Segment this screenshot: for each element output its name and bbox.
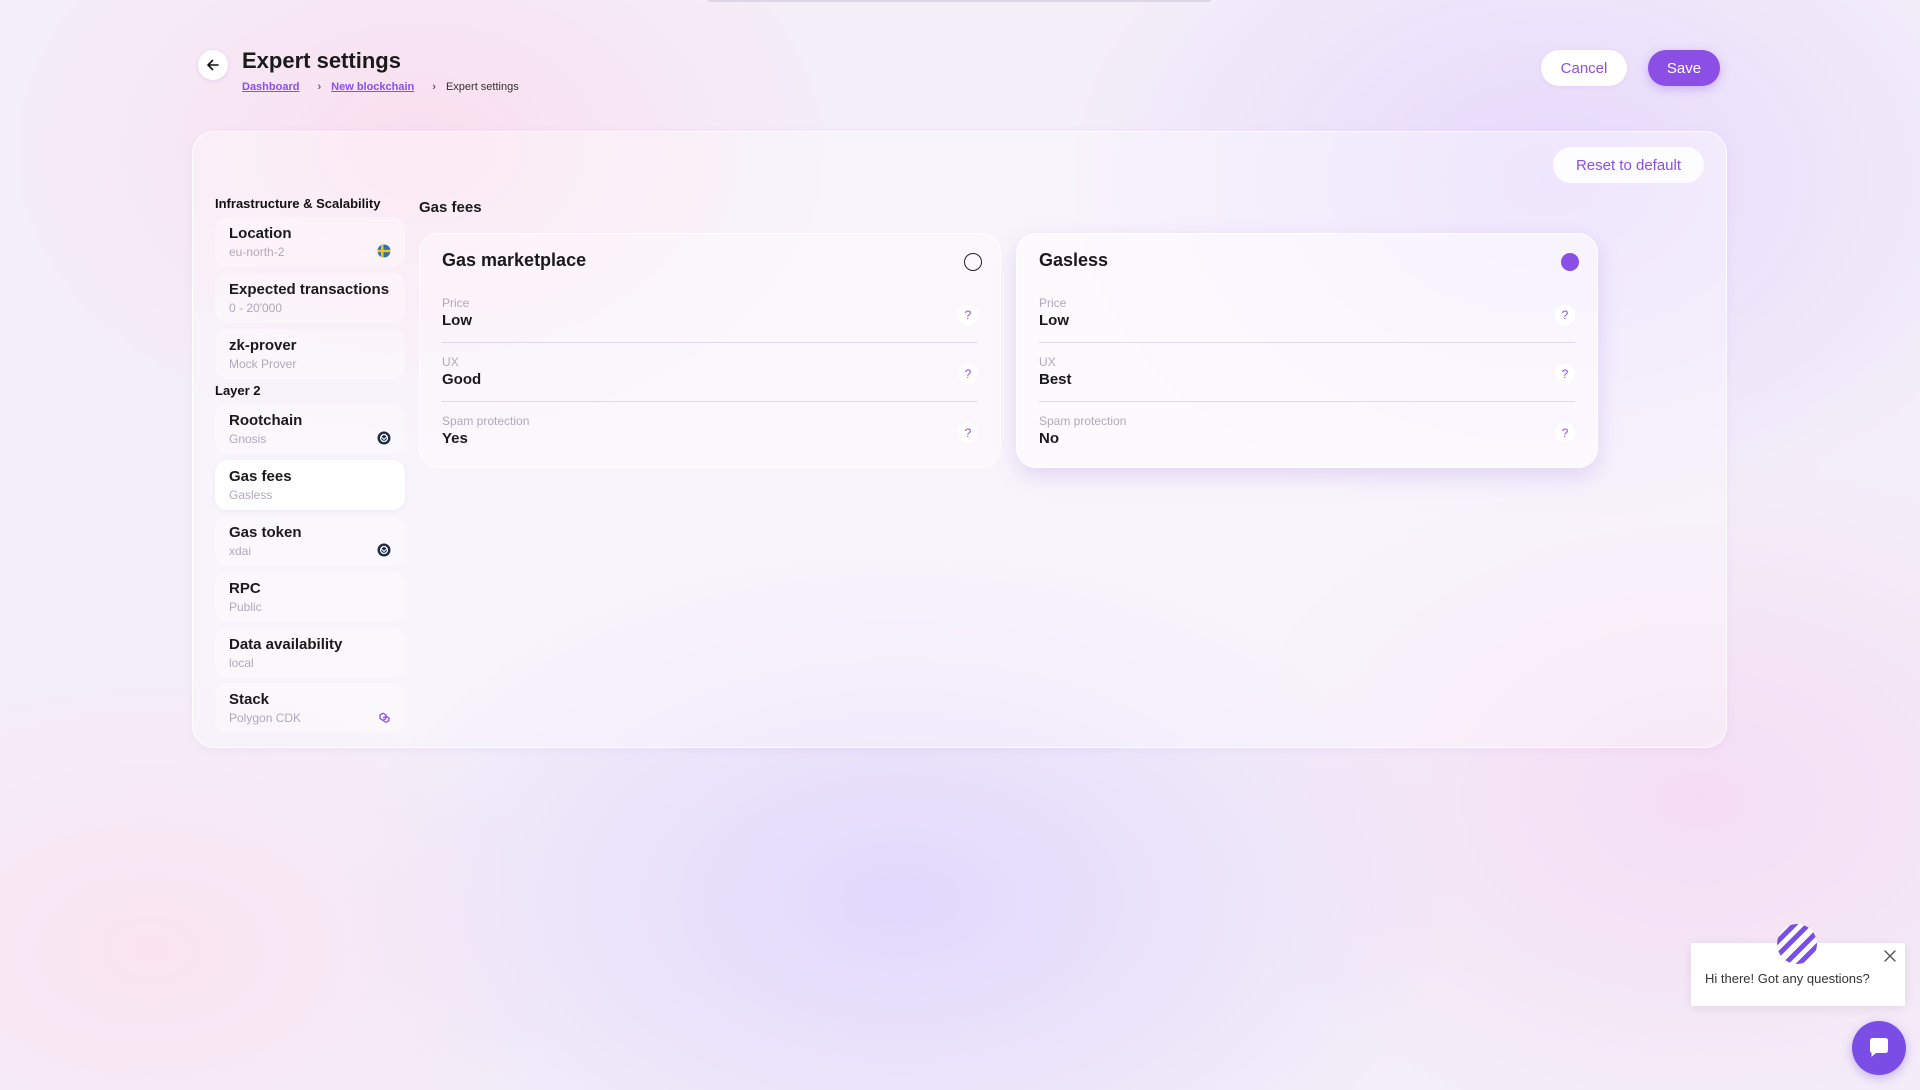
chat-launcher-button[interactable] bbox=[1852, 1021, 1906, 1075]
option-row-value: Good bbox=[442, 371, 482, 388]
cancel-button[interactable]: Cancel bbox=[1541, 50, 1627, 86]
sidebar-item-label: Location bbox=[229, 225, 292, 242]
sidebar-item-label: Gas fees bbox=[229, 468, 292, 485]
option-row-spam-protection: Spam protection No ? bbox=[1039, 402, 1575, 461]
top-edge-bar bbox=[708, 0, 1211, 2]
sidebar-item-value: 0 - 20'000 bbox=[229, 301, 282, 315]
back-button[interactable] bbox=[198, 50, 228, 80]
sidebar-item-value: eu-north-2 bbox=[229, 245, 285, 259]
chevron-right-icon: › bbox=[432, 81, 436, 93]
radio-button[interactable] bbox=[964, 253, 982, 271]
question-mark-icon[interactable]: ? bbox=[958, 364, 978, 384]
page-header: Expert settings Dashboard › New blockcha… bbox=[198, 48, 1722, 98]
sidebar-item-value: Gnosis bbox=[229, 432, 267, 446]
sidebar-item-label: zk-prover bbox=[229, 337, 297, 354]
option-row-key: Spam protection bbox=[1039, 414, 1127, 428]
gnosis-icon bbox=[377, 431, 391, 445]
sidebar-item-location[interactable]: Location eu-north-2 bbox=[215, 217, 405, 267]
option-row-key: UX bbox=[1039, 355, 1056, 369]
option-row-key: Spam protection bbox=[442, 414, 530, 428]
sidebar-item-value: Polygon CDK bbox=[229, 711, 302, 725]
sidebar-item-label: Gas token bbox=[229, 524, 302, 541]
sidebar-item-value: Public bbox=[229, 600, 262, 614]
sidebar-item-value: xdai bbox=[229, 544, 252, 558]
page-title: Expert settings bbox=[242, 48, 401, 73]
arrow-left-icon bbox=[207, 59, 219, 71]
sidebar-item-label: Stack bbox=[229, 691, 270, 708]
sidebar-item-value: Gasless bbox=[229, 488, 273, 502]
breadcrumb-new-blockchain-link[interactable]: New blockchain bbox=[331, 81, 414, 93]
option-title: Gasless bbox=[1039, 250, 1109, 270]
option-card-gas-marketplace[interactable]: Gas marketplace Price Low ? UX Good ? Sp… bbox=[419, 233, 1001, 468]
option-row-key: Price bbox=[1039, 296, 1067, 310]
sidebar-item-value: Mock Prover bbox=[229, 357, 297, 371]
settings-panel: Reset to default Infrastructure & Scalab… bbox=[192, 131, 1727, 748]
sidebar-item-value: local bbox=[229, 656, 254, 670]
chat-bubble-icon bbox=[1870, 1038, 1888, 1057]
polygon-icon bbox=[379, 712, 390, 724]
option-row-key: UX bbox=[442, 355, 459, 369]
breadcrumb: Dashboard › New blockchain › Expert sett… bbox=[242, 81, 519, 93]
sidebar-item-gas-token[interactable]: Gas token xdai bbox=[215, 516, 405, 566]
question-mark-icon[interactable]: ? bbox=[958, 305, 978, 325]
xdai-icon bbox=[377, 543, 391, 557]
option-row-value: Best bbox=[1039, 371, 1072, 388]
sidebar-item-data-availability[interactable]: Data availability local bbox=[215, 628, 405, 678]
breadcrumb-dashboard-link[interactable]: Dashboard bbox=[242, 81, 299, 93]
sidebar-item-rootchain[interactable]: Rootchain Gnosis bbox=[215, 404, 405, 454]
chat-brand-logo-icon bbox=[1777, 924, 1817, 964]
question-mark-icon[interactable]: ? bbox=[1555, 423, 1575, 443]
sidebar-item-label: Expected transactions bbox=[229, 281, 390, 298]
option-row-price: Price Low ? bbox=[442, 284, 978, 343]
option-row-price: Price Low ? bbox=[1039, 284, 1575, 343]
radio-button-selected[interactable] bbox=[1561, 253, 1579, 271]
chevron-right-icon: › bbox=[317, 81, 322, 93]
question-mark-icon[interactable]: ? bbox=[1555, 364, 1575, 384]
option-row-ux: UX Good ? bbox=[442, 343, 978, 402]
option-row-value: No bbox=[1039, 430, 1059, 447]
chat-message: Hi there! Got any questions? bbox=[1705, 971, 1870, 986]
sidebar-item-expected-transactions[interactable]: Expected transactions 0 - 20'000 bbox=[215, 273, 405, 323]
sidebar-group-infrastructure: Infrastructure & Scalability bbox=[215, 196, 381, 211]
option-row-value: Low bbox=[1039, 312, 1069, 329]
option-row-ux: UX Best ? bbox=[1039, 343, 1575, 402]
section-title: Gas fees bbox=[419, 199, 482, 216]
sidebar-item-zk-prover[interactable]: zk-prover Mock Prover bbox=[215, 329, 405, 379]
question-mark-icon[interactable]: ? bbox=[958, 423, 978, 443]
sidebar-item-label: Data availability bbox=[229, 636, 343, 653]
reset-to-default-button[interactable]: Reset to default bbox=[1553, 147, 1704, 183]
option-row-spam-protection: Spam protection Yes ? bbox=[442, 402, 978, 461]
option-row-value: Yes bbox=[442, 430, 468, 447]
option-row-key: Price bbox=[442, 296, 470, 310]
sidebar-item-rpc[interactable]: RPC Public bbox=[215, 572, 405, 622]
sidebar-item-stack[interactable]: Stack Polygon CDK bbox=[215, 683, 405, 733]
option-card-gasless[interactable]: Gasless Price Low ? UX Best ? Spam prote… bbox=[1016, 233, 1598, 468]
sweden-flag-icon bbox=[377, 244, 391, 258]
breadcrumb-current: Expert settings bbox=[445, 81, 519, 93]
save-button[interactable]: Save bbox=[1648, 50, 1720, 86]
question-mark-icon[interactable]: ? bbox=[1555, 305, 1575, 325]
close-icon[interactable] bbox=[1883, 949, 1897, 963]
sidebar-item-gas-fees[interactable]: Gas fees Gasless bbox=[215, 460, 405, 510]
option-title: Gas marketplace bbox=[442, 250, 587, 270]
sidebar-item-label: Rootchain bbox=[229, 412, 303, 429]
sidebar-group-layer-2: Layer 2 bbox=[215, 383, 261, 398]
sidebar-item-label: RPC bbox=[229, 580, 261, 597]
option-row-value: Low bbox=[442, 312, 472, 329]
